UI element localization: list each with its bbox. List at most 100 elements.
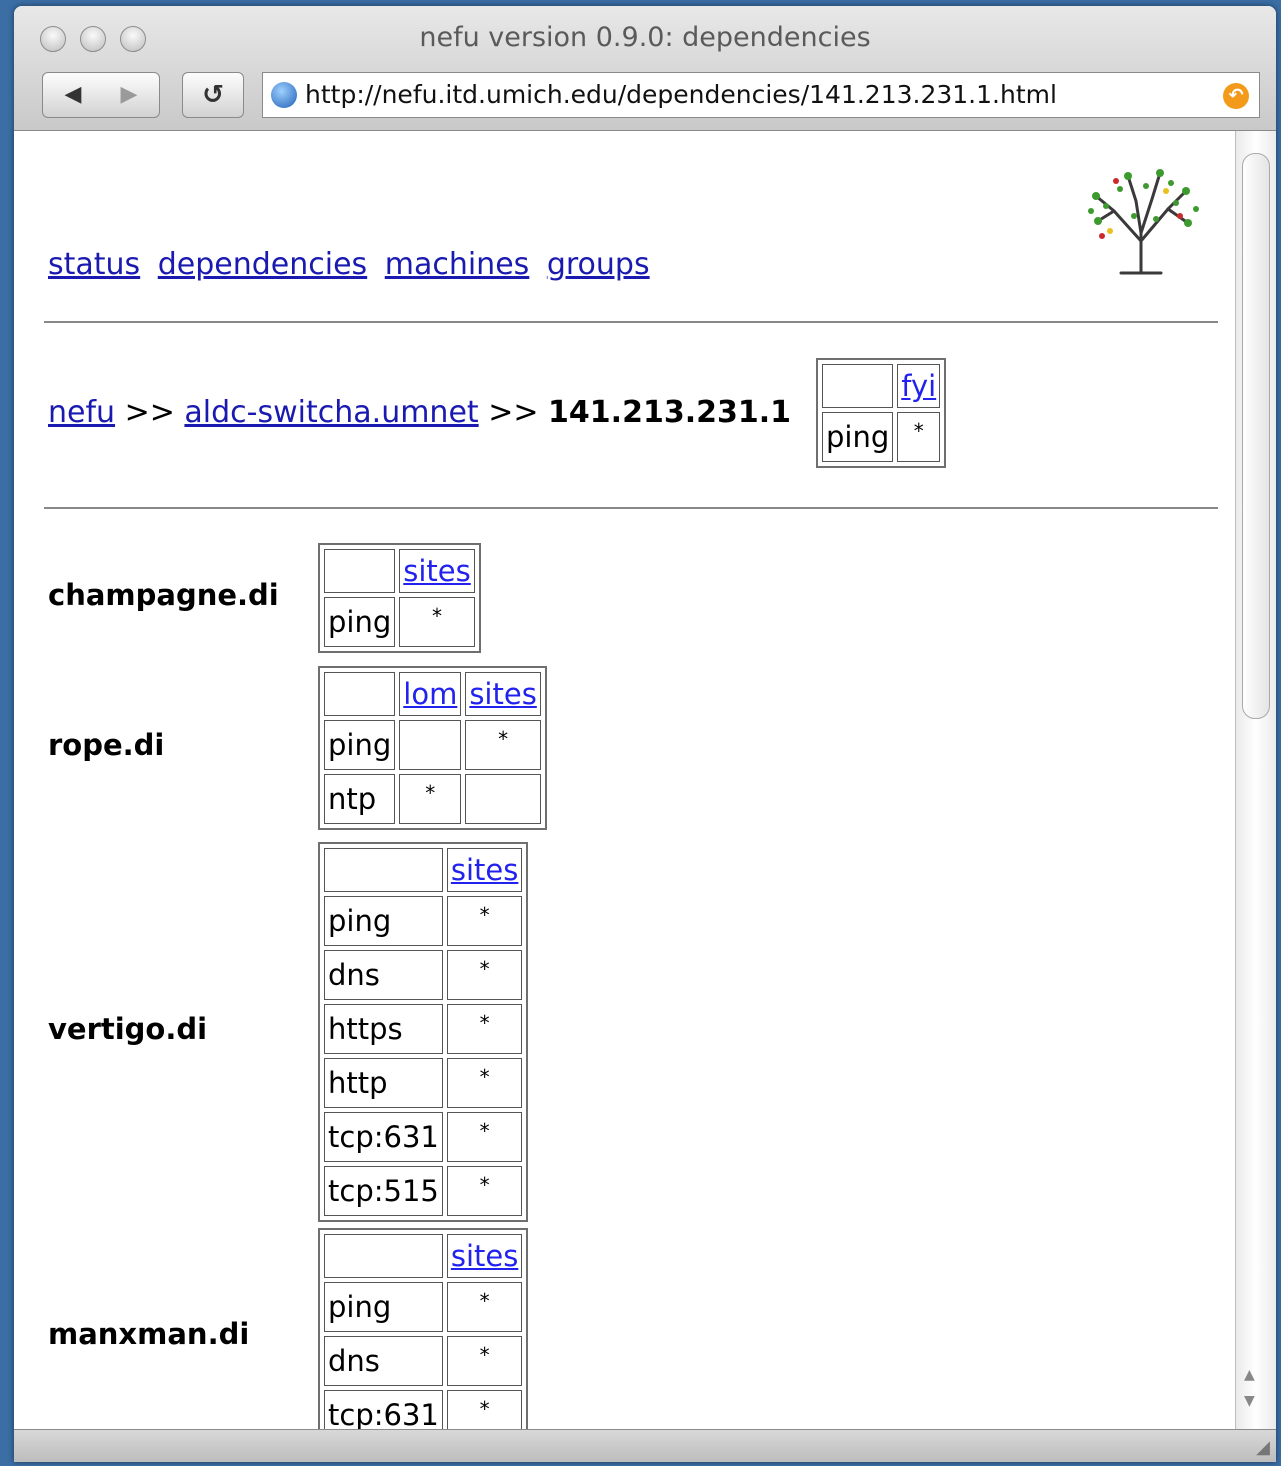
table-row: tcp:631 * (324, 1390, 523, 1430)
scroll-down-arrow-icon[interactable]: ▼ (1244, 1393, 1255, 1409)
column-link-sites[interactable]: sites (403, 554, 471, 588)
status-cell: * (446, 1282, 523, 1332)
host-name: rope.di (48, 728, 165, 762)
breadcrumb-separator: >> (488, 395, 539, 430)
column-header: sites (465, 672, 541, 716)
table-row: http * (324, 1058, 523, 1108)
header-blank-cell (324, 1234, 443, 1278)
breadcrumb-separator: >> (124, 395, 175, 430)
scrollbar-thumb[interactable] (1242, 153, 1270, 719)
tree-logo-icon (1088, 169, 1199, 275)
column-link-lom[interactable]: lom (403, 677, 457, 711)
service-table: sites ping * dns * tcp:631 * (318, 1228, 529, 1430)
browser-window: nefu version 0.9.0: dependencies ◀ ▶ ↺ ht… (14, 6, 1276, 1462)
status-cell: * (446, 1336, 523, 1386)
reload-button[interactable]: ↺ (182, 72, 244, 118)
status-cell: * (446, 896, 523, 946)
page-content: status dependencies machines groups nefu… (14, 131, 1236, 1430)
table-row: ntp * (324, 774, 541, 824)
service-name: dns (324, 1336, 443, 1386)
host-service-table: lom sites ping * ntp * (318, 666, 547, 830)
table-row: https * (324, 1004, 523, 1054)
column-link-fyi[interactable]: fyi (901, 369, 936, 403)
breadcrumb-root-link[interactable]: nefu (48, 395, 115, 430)
service-name: ping (324, 896, 443, 946)
url-text[interactable]: http://nefu.itd.umich.edu/dependencies/1… (305, 73, 1057, 117)
header-blank-cell (324, 549, 396, 593)
vertical-scrollbar[interactable]: ▲ ▼ (1235, 131, 1276, 1430)
status-cell: * (399, 597, 475, 647)
service-name: https (324, 1004, 443, 1054)
window-title: nefu version 0.9.0: dependencies (419, 22, 871, 53)
column-header: fyi (897, 364, 941, 408)
table-row: dns * (324, 1336, 523, 1386)
status-cell: * (446, 1390, 523, 1430)
status-cell: * (399, 774, 462, 824)
host-service-table: sites ping * (318, 543, 481, 653)
browser-toolbar: nefu version 0.9.0: dependencies ◀ ▶ ↺ ht… (14, 6, 1276, 131)
host-service-table: sites ping * dns * https * http * tcp:631 * tcp:515… (318, 842, 529, 1222)
back-forward-buttons: ◀ ▶ (42, 72, 160, 118)
column-header: sites (446, 1234, 523, 1278)
address-bar[interactable]: http://nefu.itd.umich.edu/dependencies/1… (262, 72, 1260, 118)
status-cell: * (446, 950, 523, 1000)
divider (44, 321, 1218, 323)
service-name: http (324, 1058, 443, 1108)
table-row: ping * (324, 896, 523, 946)
table-row: tcp:631 * (324, 1112, 523, 1162)
column-header: sites (446, 848, 523, 892)
snapback-icon[interactable]: ↶ (1223, 83, 1249, 109)
service-table: sites ping * dns * https * http * tcp:631 * tcp:515… (318, 842, 529, 1222)
column-link-sites[interactable]: sites (451, 853, 519, 887)
service-name: ping (324, 720, 396, 770)
column-header: lom (399, 672, 462, 716)
column-header: sites (399, 549, 475, 593)
table-row: dns * (324, 950, 523, 1000)
service-table: fyi ping * (816, 358, 947, 468)
status-cell: * (465, 720, 541, 770)
service-name: ntp (324, 774, 396, 824)
host-service-table: sites ping * dns * tcp:631 * (318, 1228, 529, 1430)
nav-link-machines[interactable]: machines (385, 247, 530, 282)
status-cell: * (446, 1112, 523, 1162)
header-service-table: fyi ping * (816, 358, 947, 468)
status-cell: * (446, 1058, 523, 1108)
forward-button[interactable]: ▶ (101, 73, 157, 117)
service-name: ping (324, 597, 396, 647)
service-table: lom sites ping * ntp * (318, 666, 547, 830)
column-link-sites[interactable]: sites (451, 1239, 519, 1273)
globe-icon (271, 82, 297, 108)
status-cell: * (446, 1004, 523, 1054)
nav-link-status[interactable]: status (48, 247, 140, 282)
nav-link-dependencies[interactable]: dependencies (158, 247, 367, 282)
service-name: tcp:631 (324, 1112, 443, 1162)
status-cell: * (446, 1166, 523, 1216)
back-button[interactable]: ◀ (45, 73, 101, 117)
service-name: dns (324, 950, 443, 1000)
header-blank-cell (324, 848, 443, 892)
service-name: ping (822, 412, 894, 462)
breadcrumb-current: 141.213.231.1 (548, 395, 791, 430)
host-name: champagne.di (48, 578, 279, 612)
header-blank-cell (324, 672, 396, 716)
divider (44, 507, 1218, 509)
main-nav: status dependencies machines groups (48, 247, 658, 282)
service-name: tcp:631 (324, 1390, 443, 1430)
status-cell (399, 720, 462, 770)
resize-grip-icon[interactable]: ◢ (1256, 1437, 1270, 1458)
status-cell: * (897, 412, 941, 462)
status-bar: ◢ (14, 1429, 1276, 1462)
status-cell (465, 774, 541, 824)
host-name: manxman.di (48, 1317, 250, 1351)
column-link-sites[interactable]: sites (469, 677, 537, 711)
service-name: tcp:515 (324, 1166, 443, 1216)
table-row: ping * (324, 1282, 523, 1332)
breadcrumb: nefu >> aldc-switcha.umnet >> 141.213.23… (48, 395, 791, 430)
table-row: ping * (324, 597, 475, 647)
breadcrumb-parent-link[interactable]: aldc-switcha.umnet (184, 395, 478, 430)
host-name: vertigo.di (48, 1012, 208, 1046)
scroll-up-arrow-icon[interactable]: ▲ (1244, 1367, 1255, 1383)
header-blank-cell (822, 364, 894, 408)
table-row: tcp:515 * (324, 1166, 523, 1216)
nav-link-groups[interactable]: groups (547, 247, 650, 282)
